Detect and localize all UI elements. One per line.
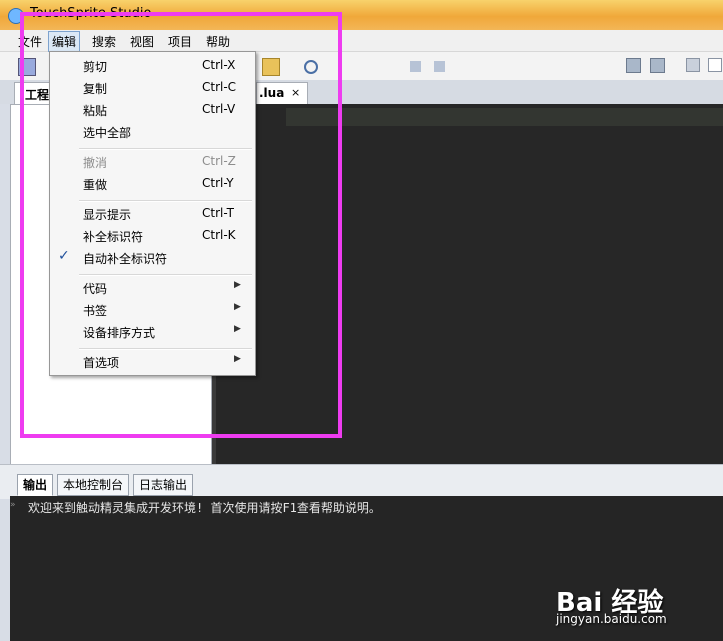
annotation-highlight-box [20,12,342,438]
doc-icon[interactable] [708,58,722,72]
tab-log-output[interactable]: 日志输出 [133,474,194,496]
watermark-url: jingyan.baidu.com [556,612,667,626]
settings-icon[interactable] [686,58,700,72]
device-icon[interactable] [626,58,641,73]
step-icon[interactable] [434,61,445,72]
current-line-highlight [286,108,723,126]
prompt-icon: » [10,500,16,510]
tab-local-console[interactable]: 本地控制台 [57,474,130,496]
tab-output[interactable]: 输出 [17,474,54,496]
baidu-watermark: Bai 经验 jingyan.baidu.com [556,582,667,626]
device-list-icon[interactable] [650,58,665,73]
stop-icon[interactable] [410,61,421,72]
output-message: 欢迎来到触动精灵集成开发环境! 首次使用请按F1查看帮助说明。 [28,501,381,515]
